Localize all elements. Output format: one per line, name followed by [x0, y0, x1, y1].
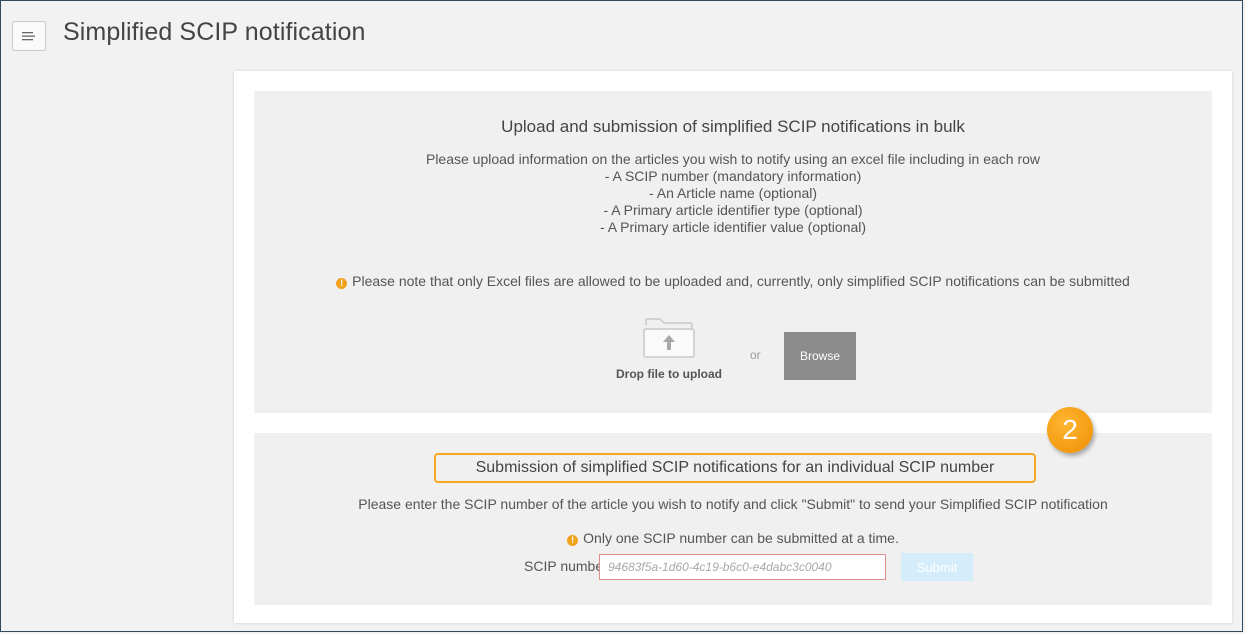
- folder-upload-icon: [643, 318, 695, 358]
- warning-icon: !: [567, 535, 579, 546]
- file-drop-zone[interactable]: Drop file to upload: [599, 317, 739, 393]
- bulk-note-text: Please note that only Excel files are al…: [352, 273, 1130, 289]
- list-item: - An Article name (optional): [648, 185, 818, 201]
- warning-icon: !: [336, 278, 348, 289]
- bulk-intro: Please upload information on the article…: [425, 151, 1041, 167]
- drop-label: Drop file to upload: [616, 367, 722, 381]
- browse-button[interactable]: Browse: [784, 332, 856, 380]
- main-card: Upload and submission of simplified SCIP…: [234, 71, 1232, 623]
- list-item: - A Primary article identifier type (opt…: [603, 202, 863, 218]
- individual-submission-panel: Submission of simplified SCIP notificati…: [254, 433, 1212, 605]
- bulk-requirements-list: - A SCIP number (mandatory information) …: [254, 168, 1212, 236]
- bulk-upload-panel: Upload and submission of simplified SCIP…: [254, 91, 1212, 413]
- individual-heading: Submission of simplified SCIP notificati…: [434, 453, 1036, 483]
- page-header: Simplified SCIP notification: [1, 1, 1242, 67]
- individual-intro: Please enter the SCIP number of the arti…: [358, 496, 1108, 512]
- individual-note: ! Only one SCIP number can be submitted a…: [254, 530, 1212, 546]
- bulk-heading: Upload and submission of simplified SCIP…: [501, 117, 965, 136]
- list-item: - A SCIP number (mandatory information): [604, 168, 862, 184]
- submit-button[interactable]: Submit: [901, 553, 973, 581]
- scip-number-label: SCIP number: [524, 558, 608, 574]
- app-frame: Simplified SCIP notification Upload and …: [0, 0, 1243, 632]
- step-number-badge: 2: [1047, 407, 1093, 453]
- menu-toggle-button[interactable]: [12, 21, 46, 51]
- list-item: - A Primary article identifier value (op…: [599, 219, 867, 235]
- individual-note-text: Only one SCIP number can be submitted at…: [583, 530, 899, 546]
- bulk-note: ! Please note that only Excel files are a…: [254, 273, 1212, 289]
- scip-number-input[interactable]: [599, 554, 886, 580]
- page-title: Simplified SCIP notification: [63, 18, 366, 46]
- or-separator: or: [750, 348, 761, 362]
- menu-icon: [22, 32, 35, 41]
